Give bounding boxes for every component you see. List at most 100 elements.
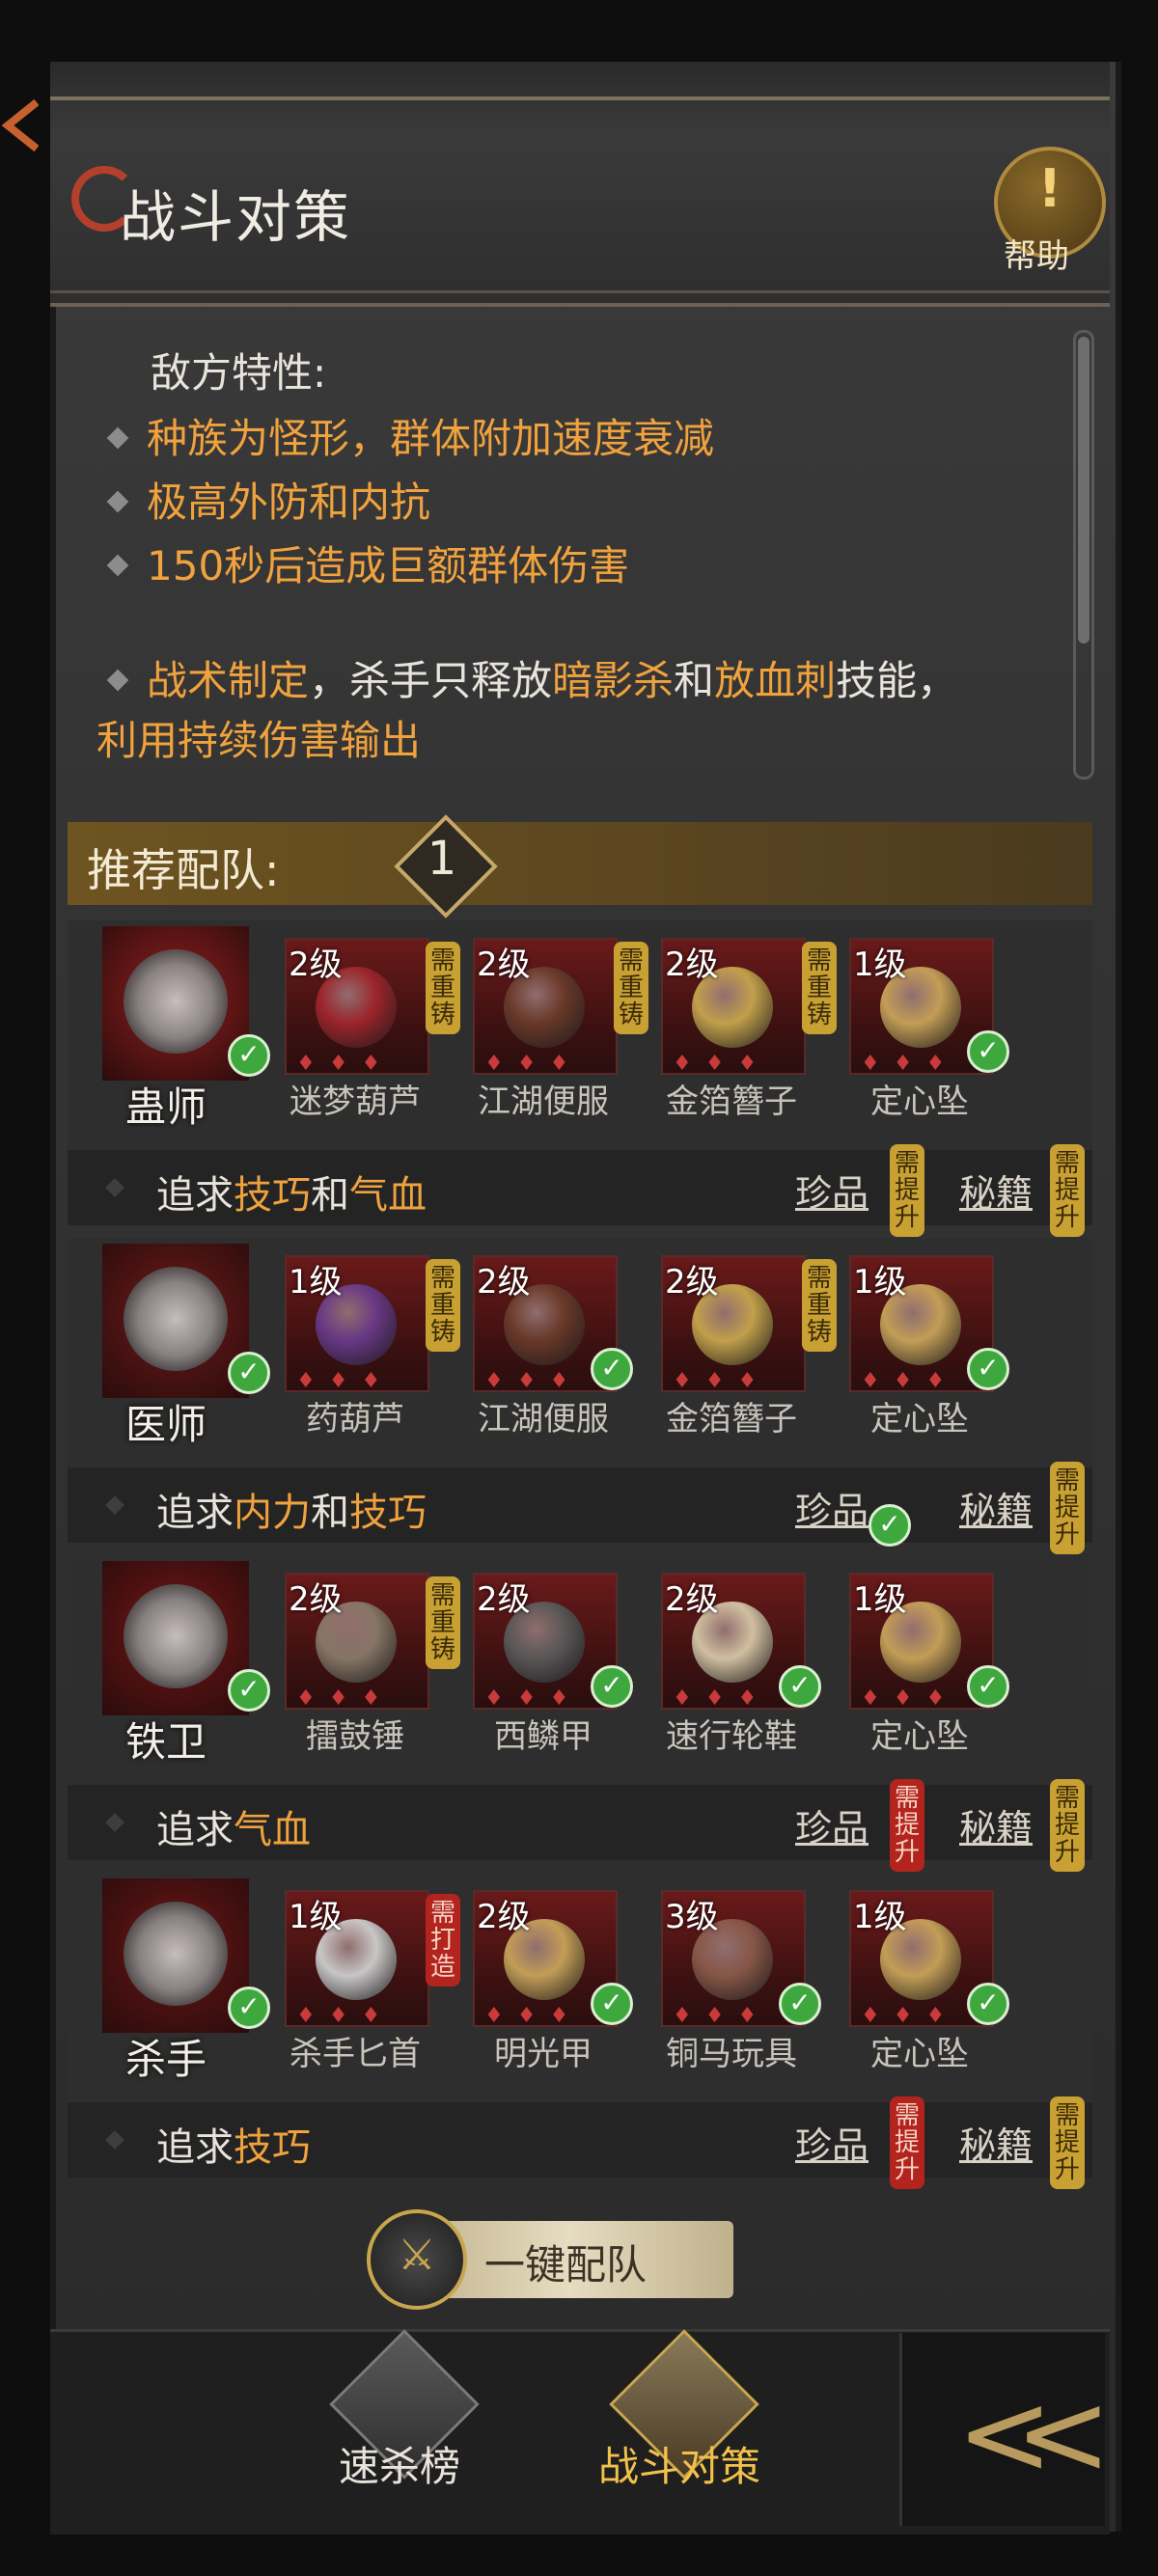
gem-slots-icon: ♦♦♦ [861, 1369, 959, 1393]
check-icon: ✓ [967, 1030, 1009, 1073]
upgrade-tag[interactable]: 需重铸 [614, 942, 648, 1034]
check-icon: ✓ [228, 1987, 270, 2029]
gem-slots-icon: ♦♦♦ [296, 1686, 395, 1711]
tactic-part: 利用持续伤害输出 [96, 717, 422, 764]
equipment-level: 3级 [665, 1898, 719, 1936]
role-emblem-icon [124, 1584, 228, 1688]
check-icon: ✓ [967, 1348, 1009, 1390]
page-title: 战斗对策 [120, 184, 352, 250]
treasure-link[interactable]: 珍品 [795, 1481, 868, 1534]
pursue-stat: 技巧 [234, 2125, 311, 2170]
pursue-text: 追求气血 [156, 1798, 311, 1854]
tab-speed-rank[interactable]: 速杀榜 [313, 2329, 486, 2535]
trait-text: 极高外防和内抗 [147, 479, 431, 526]
gem-slots-icon: ♦♦♦ [861, 1686, 959, 1711]
equipment-level: 2级 [477, 1898, 531, 1936]
upgrade-tag[interactable]: 需提升 [890, 2096, 924, 2189]
equipment-name: 擂鼓锤 [306, 1717, 404, 1756]
one-key-team-button[interactable]: ⚔ 一键配队 [367, 2209, 737, 2310]
gem-slots-icon: ♦♦♦ [673, 2004, 771, 2028]
check-icon: ✓ [868, 1504, 911, 1547]
team-number-badge[interactable]: 1 [394, 814, 498, 918]
collapse-button[interactable]: << [899, 2333, 1112, 2526]
treasure-link[interactable]: 珍品 [795, 2116, 868, 2169]
traits-heading: 敌方特性: [151, 349, 327, 397]
gem-slots-icon: ♦♦♦ [484, 2004, 583, 2028]
equipment-level: 1级 [289, 1898, 343, 1936]
equipment-level: 1级 [853, 1898, 907, 1936]
treasure-link[interactable]: 珍品 [795, 1164, 868, 1217]
role-row: ✓ 蛊师 2级 ♦♦♦ 迷梦葫芦 需重铸 2级 ♦♦♦ 江湖便服 需重铸 2级 ♦♦… [68, 920, 1092, 1237]
double-chevron-left-icon: << [956, 2368, 1112, 2502]
pursue-row: 追求技巧 珍品 秘籍 需提升 需提升 [68, 2096, 1092, 2189]
pursue-prefix: 追求 [156, 2125, 234, 2170]
trait-item: 极高外防和内抗 [96, 470, 430, 529]
check-icon: ✓ [967, 1665, 1009, 1708]
tab-battle-strategy[interactable]: 战斗对策 [593, 2329, 766, 2535]
pursue-stat: 气血 [349, 1173, 427, 1218]
upgrade-tag[interactable]: 需提升 [890, 1144, 924, 1237]
shield-sword-icon: ⚔ [367, 2209, 467, 2310]
role-emblem-icon [124, 949, 228, 1054]
manual-link[interactable]: 秘籍 [959, 1164, 1033, 1217]
role-emblem-icon [124, 1267, 228, 1371]
equipment-name: 药葫芦 [306, 1400, 404, 1439]
equipment-name: 定心坠 [870, 1082, 969, 1121]
pursue-prefix: 追求 [156, 1491, 234, 1535]
manual-link[interactable]: 秘籍 [959, 2116, 1033, 2169]
gem-slots-icon: ♦♦♦ [673, 1686, 771, 1711]
bullet-icon [106, 490, 129, 512]
tactic-text: 战术制定，杀手只释放暗影杀和放血刺技能， 利用持续伤害输出 [96, 651, 965, 771]
upgrade-tag[interactable]: 需提升 [1050, 1144, 1085, 1237]
gem-slots-icon: ♦♦♦ [861, 2004, 959, 2028]
tab-label: 速杀榜 [338, 2443, 460, 2490]
upgrade-tag[interactable]: 需重铸 [802, 942, 837, 1034]
equipment-name: 江湖便服 [478, 1400, 609, 1439]
pursue-row: 追求技巧和气血 珍品 秘籍 需提升 需提升 [68, 1144, 1092, 1237]
bullet-icon [105, 1178, 124, 1197]
role-row: ✓ 杀手 1级 ♦♦♦ 杀手匕首 需打造 2级 ♦♦♦ 明光甲 ✓ 3级 ♦♦♦ 铜… [68, 1873, 1092, 2189]
tactic-part: ，杀手只释放 [309, 657, 553, 704]
scroll-thumb[interactable] [1078, 337, 1089, 644]
back-arrow-icon[interactable] [0, 96, 39, 154]
check-icon: ✓ [228, 1034, 270, 1077]
equipment-level: 1级 [853, 1580, 907, 1619]
upgrade-tag[interactable]: 需打造 [426, 1894, 460, 1987]
equipment-name: 金箔簪子 [666, 1082, 797, 1121]
pursue-prefix: 追求 [156, 1808, 234, 1852]
upgrade-tag[interactable]: 需提升 [1050, 2096, 1085, 2189]
equipment-level: 2级 [289, 1580, 343, 1619]
role-name: 杀手 [125, 2036, 207, 2083]
trait-item: 150秒后造成巨额群体伤害 [96, 534, 629, 592]
team-number: 1 [427, 832, 457, 886]
equipment-name: 迷梦葫芦 [290, 1082, 421, 1121]
equipment-level: 2级 [477, 1580, 531, 1619]
bullet-icon [105, 2130, 124, 2150]
manual-link[interactable]: 秘籍 [959, 1798, 1033, 1851]
upgrade-tag[interactable]: 需提升 [1050, 1462, 1085, 1554]
check-icon: ✓ [228, 1669, 270, 1712]
upgrade-tag[interactable]: 需重铸 [802, 1259, 837, 1352]
traits-scrollbar[interactable] [1073, 330, 1094, 780]
upgrade-tag[interactable]: 需重铸 [426, 1259, 460, 1352]
tactic-part: 战术制定 [147, 657, 310, 704]
trait-text: 150秒后造成巨额群体伤害 [147, 542, 630, 589]
help-label[interactable]: 帮助 [1004, 230, 1069, 277]
upgrade-tag[interactable]: 需提升 [890, 1779, 924, 1872]
treasure-link[interactable]: 珍品 [795, 1798, 868, 1851]
header-rule [50, 290, 1110, 293]
gem-slots-icon: ♦♦♦ [484, 1052, 583, 1076]
upgrade-tag[interactable]: 需重铸 [426, 1576, 460, 1669]
upgrade-tag[interactable]: 需重铸 [426, 942, 460, 1034]
bullet-icon [105, 1495, 124, 1515]
gem-slots-icon: ♦♦♦ [484, 1369, 583, 1393]
pursue-joiner: 和 [311, 1173, 349, 1218]
manual-link[interactable]: 秘籍 [959, 1481, 1033, 1534]
equipment-name: 金箔簪子 [666, 1400, 797, 1439]
tactic-part: 暗影杀 [552, 657, 675, 704]
upgrade-tag[interactable]: 需提升 [1050, 1779, 1085, 1872]
trait-item: 种族为怪形，群体附加速度衰减 [96, 406, 714, 465]
equipment-level: 2级 [665, 945, 719, 984]
pursue-joiner: 和 [311, 1491, 349, 1535]
equipment-level: 1级 [853, 1263, 907, 1302]
